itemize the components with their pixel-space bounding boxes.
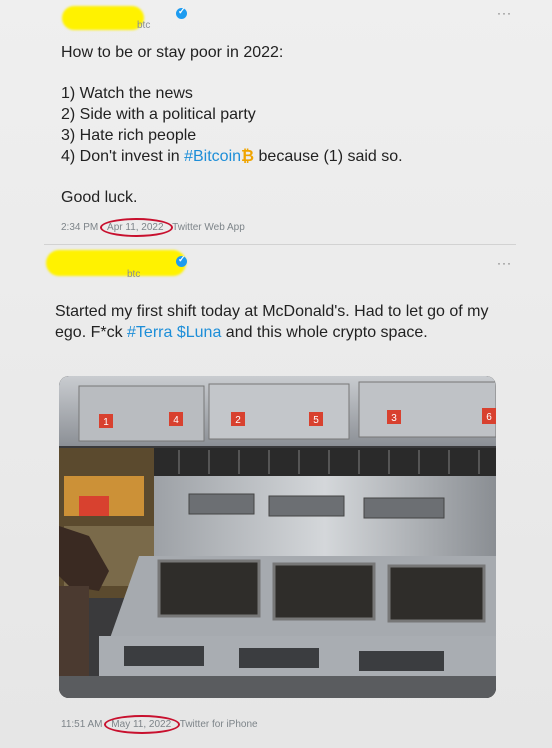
tweet-time: 2:34 PM: [61, 222, 99, 233]
tweet-line: 3) Hate rich people: [61, 127, 197, 144]
fryer-label: 6: [486, 412, 492, 423]
bitcoin-icon: ₿: [241, 148, 255, 165]
ellipsis-icon[interactable]: ···: [497, 256, 512, 270]
screenshot-page: btc ··· How to be or stay poor in 2022: …: [0, 0, 552, 748]
tweet-1[interactable]: btc ··· How to be or stay poor in 2022: …: [44, 0, 516, 240]
fryer-label: 4: [173, 415, 179, 426]
tweet-1-header: btc ···: [44, 0, 516, 31]
tweet-1-meta: 2:34 PM Apr 11, 2022 Twitter Web App: [61, 218, 245, 237]
tweet-divider: [44, 244, 516, 245]
fryer-photo: 1 4 2 5 3 6: [59, 376, 496, 698]
tweet-source: Twitter Web App: [172, 222, 245, 233]
tweet-2[interactable]: btc ··· Started my first shift today at …: [44, 248, 516, 748]
tweet-source: Twitter for iPhone: [179, 719, 258, 730]
line-prefix: 4) Don't invest in: [61, 148, 185, 165]
verified-icon: [176, 254, 187, 267]
tweet-2-header: btc ···: [44, 248, 516, 280]
tweet-line: 4) Don't invest in #Bitcoin₿ because (1)…: [61, 146, 403, 167]
tweet-time: 11:51 AM: [61, 719, 103, 730]
cashtag-luna[interactable]: $Luna: [177, 324, 222, 341]
ellipsis-icon[interactable]: ···: [497, 6, 512, 20]
tweet-2-body: Started my first shift today at McDonald…: [55, 301, 495, 343]
tweet-line: 1) Watch the news: [61, 85, 193, 102]
tweet-date[interactable]: May 11, 2022: [104, 715, 181, 734]
fryer-label: 3: [391, 413, 397, 424]
fryer-label: 5: [313, 415, 319, 426]
hashtag-terra[interactable]: #Terra: [127, 324, 172, 341]
redaction-mark: [46, 250, 186, 276]
verified-icon: [176, 6, 187, 19]
redaction-mark: [62, 6, 144, 30]
line-suffix: because (1) said so.: [254, 148, 403, 165]
tweet-text-part2: and this whole crypto space.: [221, 324, 428, 341]
tweet-closing: Good luck.: [61, 189, 138, 206]
hashtag-bitcoin[interactable]: #Bitcoin: [184, 148, 241, 165]
tweet-date[interactable]: Apr 11, 2022: [100, 218, 173, 237]
user-handle[interactable]: btc: [137, 20, 150, 31]
fryer-label: 1: [103, 417, 109, 428]
tweet-line: How to be or stay poor in 2022:: [61, 44, 284, 61]
user-handle[interactable]: btc: [127, 269, 140, 280]
fryer-label: 2: [235, 415, 241, 426]
tweet-1-body: How to be or stay poor in 2022: 1) Watch…: [61, 42, 403, 208]
tweet-photo[interactable]: 1 4 2 5 3 6: [59, 376, 496, 698]
tweet-2-meta: 11:51 AM May 11, 2022 Twitter for iPhone: [61, 715, 258, 734]
tweet-line: 2) Side with a political party: [61, 106, 256, 123]
